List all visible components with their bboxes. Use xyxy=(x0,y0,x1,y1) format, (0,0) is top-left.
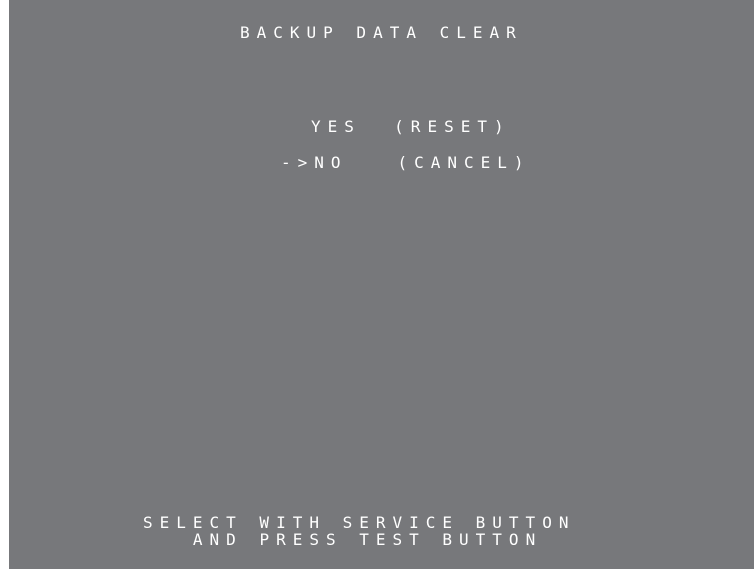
menu-item-label: NO xyxy=(314,153,348,172)
instruction-line-2: AND PRESS TEST BUTTON xyxy=(143,531,542,549)
selection-cursor: -> xyxy=(281,153,315,172)
backup-data-clear-screen: BACKUP DATA CLEAR YES (RESET) ->NO (CANC… xyxy=(9,0,754,569)
menu-item-action: (RESET) xyxy=(394,117,511,136)
menu-item-yes-reset[interactable]: YES (RESET) xyxy=(311,118,511,136)
instruction-line-2-text: AND PRESS TEST BUTTON xyxy=(192,530,543,549)
page-title: BACKUP DATA CLEAR xyxy=(240,23,523,42)
menu-item-label: YES xyxy=(311,117,361,136)
menu-item-action: (CANCEL) xyxy=(397,153,531,172)
menu-item-no-cancel[interactable]: ->NO (CANCEL) xyxy=(281,154,531,172)
